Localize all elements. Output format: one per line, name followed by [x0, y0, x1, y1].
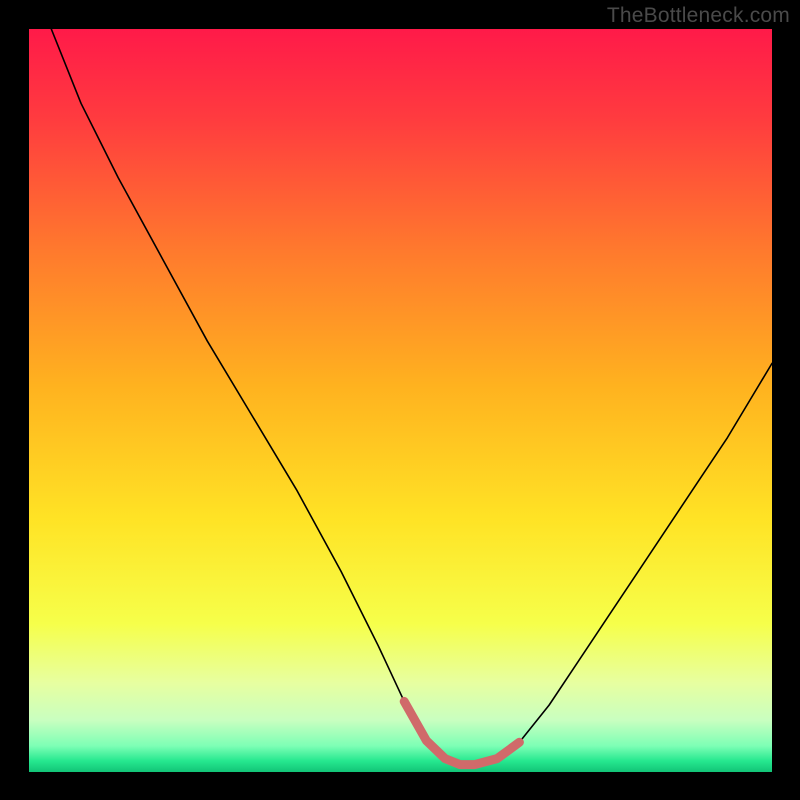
gradient-background — [29, 29, 772, 772]
bottleneck-chart — [29, 29, 772, 772]
watermark-text: TheBottleneck.com — [607, 4, 790, 28]
chart-plot-area — [29, 29, 772, 772]
chart-frame: TheBottleneck.com — [0, 0, 800, 800]
